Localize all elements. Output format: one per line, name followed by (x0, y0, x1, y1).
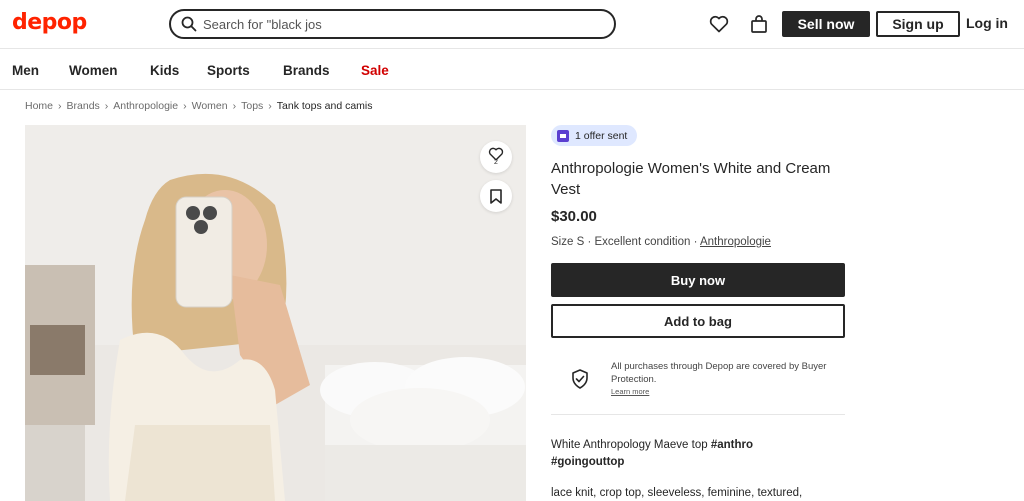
product-title: Anthropologie Women's White and Cream Ve… (551, 160, 831, 198)
description-text: White Anthropology Maeve top (551, 439, 711, 451)
nav-item-sale[interactable]: Sale (361, 63, 389, 78)
like-count: 2 (494, 159, 498, 166)
product-image (25, 125, 526, 501)
chevron-right-icon: › (58, 100, 62, 112)
search-input[interactable] (203, 16, 583, 32)
log-in-link[interactable]: Log in (966, 15, 1008, 31)
offer-badge-label: 1 offer sent (575, 129, 628, 142)
chevron-right-icon: › (232, 100, 237, 112)
chevron-right-icon: › (104, 100, 109, 112)
breadcrumb-current: Tank tops and camis (276, 100, 373, 112)
bookmark-icon (490, 188, 502, 204)
heart-icon[interactable] (707, 12, 731, 36)
search-bar[interactable] (169, 9, 616, 39)
search-icon (181, 16, 197, 32)
product-photo[interactable]: 2 (25, 125, 526, 501)
offer-icon (557, 129, 569, 142)
product-condition: Excellent condition (594, 236, 691, 248)
hashtag-anthro[interactable]: #anthro (711, 439, 753, 451)
breadcrumb-home[interactable]: Home (25, 100, 53, 112)
hashtag-goingouttop[interactable]: #goingouttop (551, 456, 624, 468)
buy-now-button[interactable]: Buy now (551, 263, 845, 297)
buyer-protection: All purchases through Depop are covered … (551, 357, 845, 415)
offer-sent-badge: 1 offer sent (551, 125, 638, 146)
description-keywords: lace knit, crop top, sleeveless, feminin… (551, 487, 803, 499)
chevron-right-icon: › (183, 100, 187, 112)
nav-item-kids[interactable]: Kids (150, 63, 179, 78)
sign-up-button[interactable]: Sign up (876, 11, 960, 37)
site-header: depop Sell now Sign up Log in (0, 0, 1024, 49)
category-nav: Men Women Kids Sports Brands Sale (0, 50, 1024, 90)
learn-more-link[interactable]: Learn more (611, 387, 649, 396)
save-button[interactable] (480, 180, 512, 212)
nav-item-women[interactable]: Women (69, 63, 118, 78)
product-price: $30.00 (551, 208, 597, 225)
depop-logo[interactable]: depop (12, 10, 87, 35)
nav-item-sports[interactable]: Sports (207, 63, 250, 78)
like-button[interactable]: 2 (480, 141, 512, 173)
add-to-bag-button[interactable]: Add to bag (551, 304, 845, 338)
product-size: Size S (551, 236, 585, 248)
chevron-right-icon: › (268, 100, 272, 112)
shield-check-icon (572, 369, 588, 389)
breadcrumb-brands[interactable]: Brands (67, 100, 100, 112)
breadcrumb-women[interactable]: Women (192, 100, 228, 112)
nav-item-brands[interactable]: Brands (283, 63, 330, 78)
sell-now-button[interactable]: Sell now (782, 11, 870, 37)
product-meta: Size S · Excellent condition · Anthropol… (551, 236, 771, 248)
product-description: White Anthropology Maeve top #anthro #go… (551, 437, 851, 471)
bag-icon[interactable] (747, 12, 771, 36)
buyer-protection-text: All purchases through Depop are covered … (611, 361, 827, 385)
nav-item-men[interactable]: Men (12, 63, 39, 78)
breadcrumb: Home › Brands › Anthropologie › Women › … (25, 100, 373, 112)
breadcrumb-anthropologie[interactable]: Anthropologie (113, 100, 178, 112)
brand-link[interactable]: Anthropologie (700, 236, 771, 248)
breadcrumb-tops[interactable]: Tops (241, 100, 263, 112)
